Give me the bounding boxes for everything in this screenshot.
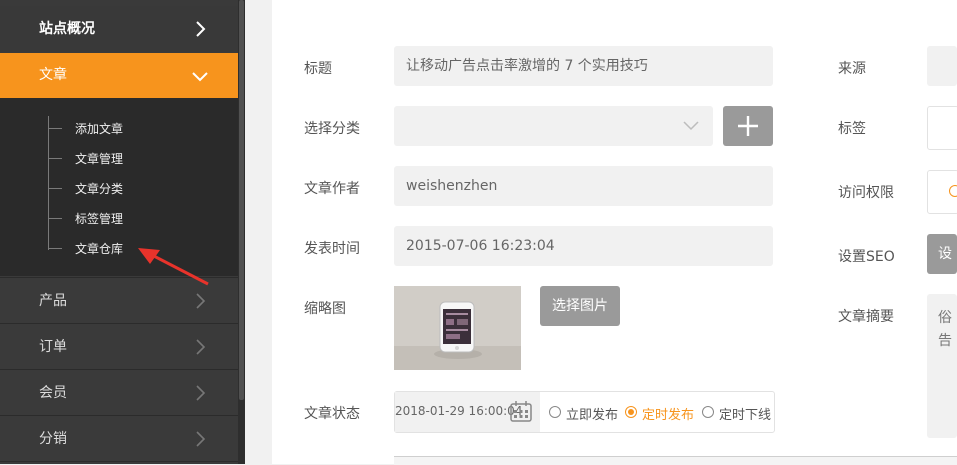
annotation-arrow-icon bbox=[138, 248, 209, 286]
submenu-item-label: 文章仓库 bbox=[75, 242, 124, 256]
seo-button[interactable]: 设 bbox=[927, 234, 957, 274]
phone-photo bbox=[394, 286, 521, 370]
source-label: 来源 bbox=[838, 61, 866, 77]
author-label: 文章作者 bbox=[304, 181, 360, 197]
summary-label: 文章摘要 bbox=[838, 309, 894, 325]
category-select[interactable] bbox=[394, 106, 713, 146]
chevron-down-icon bbox=[683, 121, 699, 131]
seo-label: 设置SEO bbox=[838, 249, 895, 265]
chevron-right-icon bbox=[196, 293, 206, 309]
chevron-down-icon bbox=[192, 72, 208, 82]
pubtime-label: 发表时间 bbox=[304, 241, 360, 257]
radio-scheduled-offline[interactable]: 定时下线 bbox=[702, 404, 774, 420]
title-label: 标题 bbox=[304, 61, 332, 77]
summary-textarea[interactable]: 俗 告 bbox=[927, 294, 957, 438]
sidebar-item-label: 文章 bbox=[39, 67, 67, 83]
sidebar: 站点概况 文章 添加文章 文章管理 文章分类 标签管理 文章仓库 产品 订单 会… bbox=[0, 0, 245, 464]
sidebar-item-distribution[interactable]: 分销 bbox=[0, 416, 238, 462]
chevron-right-icon bbox=[196, 21, 206, 37]
category-label: 选择分类 bbox=[304, 121, 360, 137]
tree-line bbox=[48, 116, 49, 250]
sidebar-item-label: 产品 bbox=[39, 293, 67, 309]
submenu-item-label: 标签管理 bbox=[75, 212, 124, 226]
radio-scheduled-publish[interactable]: 定时发布 bbox=[625, 404, 701, 423]
status-date-input[interactable]: 2018-01-29 16:00:04 bbox=[395, 392, 540, 432]
chevron-right-icon bbox=[196, 431, 206, 447]
radio-circle-icon bbox=[625, 406, 637, 418]
plus-icon bbox=[738, 116, 758, 136]
source-input[interactable] bbox=[927, 46, 957, 86]
sidebar-item-article[interactable]: 文章 bbox=[0, 53, 238, 98]
chevron-right-icon bbox=[196, 339, 206, 355]
add-category-button[interactable] bbox=[723, 106, 773, 146]
pubtime-input[interactable]: 2015-07-06 16:23:04 bbox=[394, 226, 773, 266]
access-control[interactable] bbox=[927, 170, 957, 214]
tags-input[interactable] bbox=[927, 106, 957, 150]
sidebar-item-label: 订单 bbox=[39, 339, 67, 355]
submenu-item-label: 文章分类 bbox=[75, 182, 124, 196]
submenu-item-label: 文章管理 bbox=[75, 152, 124, 166]
choose-image-button[interactable]: 选择图片 bbox=[540, 286, 620, 326]
status-control: 2018-01-29 16:00:04 立即发布 定时发布 定时下线 bbox=[394, 391, 775, 433]
scrollbar-thumb[interactable] bbox=[239, 0, 244, 400]
sidebar-scrollbar[interactable] bbox=[238, 0, 245, 464]
chevron-right-icon bbox=[196, 385, 206, 401]
author-input[interactable]: weishenzhen bbox=[394, 166, 773, 206]
sidebar-item-members[interactable]: 会员 bbox=[0, 370, 238, 416]
radio-circle-icon bbox=[949, 185, 957, 197]
sidebar-item-orders[interactable]: 订单 bbox=[0, 324, 238, 370]
radio-publish-now[interactable]: 立即发布 bbox=[549, 404, 624, 423]
sidebar-item-overview[interactable]: 站点概况 bbox=[0, 6, 238, 52]
access-label: 访问权限 bbox=[838, 185, 894, 201]
status-label: 文章状态 bbox=[304, 406, 360, 422]
sidebar-item-label: 会员 bbox=[39, 385, 67, 401]
thumbnail-image bbox=[394, 286, 521, 370]
article-form: 标题 让移动广告点击率激增的 7 个实用技巧 选择分类 文章作者 weishen… bbox=[272, 0, 957, 465]
sidebar-item-label: 站点概况 bbox=[39, 21, 95, 37]
sidebar-item-label: 分销 bbox=[39, 431, 67, 447]
radio-circle-icon bbox=[549, 406, 561, 418]
calendar-icon[interactable] bbox=[510, 401, 532, 422]
thumbnail-label: 缩略图 bbox=[304, 301, 346, 317]
tags-label: 标签 bbox=[838, 121, 866, 137]
radio-circle-icon bbox=[702, 406, 714, 418]
submenu-item-label: 添加文章 bbox=[75, 122, 124, 136]
title-input[interactable]: 让移动广告点击率激增的 7 个实用技巧 bbox=[394, 46, 773, 86]
